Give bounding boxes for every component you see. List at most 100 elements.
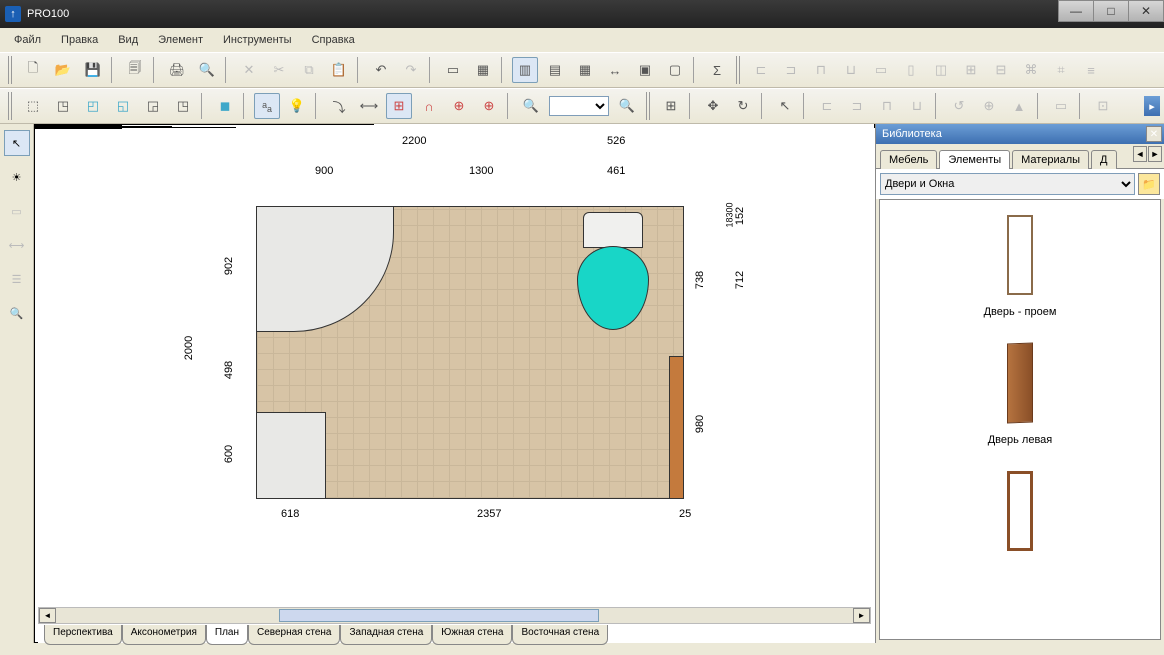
menu-file[interactable]: Файл — [4, 31, 51, 49]
bulb-icon[interactable]: 💡 — [284, 93, 310, 119]
f2-icon[interactable]: ⊡ — [1090, 93, 1116, 119]
library-path-combo[interactable]: Двери и Окна — [880, 173, 1135, 195]
list-item[interactable] — [990, 466, 1050, 562]
undo-icon[interactable]: ↶ — [368, 57, 394, 83]
align3-icon[interactable]: ⊓ — [808, 57, 834, 83]
pointer-icon[interactable]: ↖ — [4, 130, 30, 156]
text-icon[interactable]: ᵃₐ — [254, 93, 280, 119]
menu-edit[interactable]: Правка — [51, 31, 108, 49]
library-close-icon[interactable]: ✕ — [1146, 126, 1162, 142]
scroll-left-icon[interactable]: ◄ — [39, 608, 56, 623]
grid-icon[interactable]: ⊞ — [386, 93, 412, 119]
cube3-icon[interactable]: ◰ — [80, 93, 106, 119]
cube1-icon[interactable]: ⬚ — [20, 93, 46, 119]
d4-icon[interactable]: ⊔ — [904, 93, 930, 119]
view5-icon[interactable]: ▣ — [632, 57, 658, 83]
tab-perspective[interactable]: Перспектива — [44, 625, 122, 645]
menu-element[interactable]: Элемент — [148, 31, 213, 49]
tab-north[interactable]: Северная стена — [248, 625, 341, 645]
align7-icon[interactable]: ◫ — [928, 57, 954, 83]
align12-icon[interactable]: ≡ — [1078, 57, 1104, 83]
snap1-icon[interactable]: ∩ — [416, 93, 442, 119]
align4-icon[interactable]: ⊔ — [838, 57, 864, 83]
view4-icon[interactable]: ↔ — [602, 57, 628, 83]
preview-icon[interactable]: 🔍 — [194, 57, 220, 83]
r3-icon[interactable]: ▲ — [1006, 93, 1032, 119]
align8-icon[interactable]: ⊞ — [958, 57, 984, 83]
view1-icon[interactable]: ▥ — [512, 57, 538, 83]
scroll-right-icon[interactable]: ► — [853, 608, 870, 623]
open-icon[interactable]: 📂 — [50, 57, 76, 83]
list-item[interactable]: Дверь - проем — [984, 210, 1057, 318]
d3-icon[interactable]: ⊓ — [874, 93, 900, 119]
cabinet-shape[interactable] — [256, 412, 326, 499]
tab-south[interactable]: Южная стена — [432, 625, 512, 645]
align10-icon[interactable]: ⌘ — [1018, 57, 1044, 83]
save-icon[interactable]: 💾 — [80, 57, 106, 83]
lt4-icon[interactable]: 🔍 — [4, 300, 30, 326]
dim-icon[interactable]: ⟷ — [356, 93, 382, 119]
tool-b-icon[interactable]: ▦ — [470, 57, 496, 83]
snap2-icon[interactable]: ⊕ — [446, 93, 472, 119]
d2-icon[interactable]: ⊐ — [844, 93, 870, 119]
cube5-icon[interactable]: ◲ — [140, 93, 166, 119]
fill-icon[interactable]: ◼ — [212, 93, 238, 119]
canvas[interactable]: 2200 526 900 1300 461 2000 902 498 600 1… — [34, 124, 875, 643]
redo-icon[interactable]: ↷ — [398, 57, 424, 83]
toilet-shape[interactable] — [577, 212, 649, 330]
align11-icon[interactable]: ⌗ — [1048, 57, 1074, 83]
view3-icon[interactable]: ▦ — [572, 57, 598, 83]
folder-up-icon[interactable]: 📁 — [1138, 173, 1160, 195]
menu-help[interactable]: Справка — [302, 31, 365, 49]
align9-icon[interactable]: ⊟ — [988, 57, 1014, 83]
copy-icon[interactable]: ⧉ — [296, 57, 322, 83]
print-setup-icon[interactable]: 🗐 — [122, 57, 148, 83]
view6-icon[interactable]: ▢ — [662, 57, 688, 83]
pick-icon[interactable]: ⤵ — [326, 93, 352, 119]
align2-icon[interactable]: ⊐ — [778, 57, 804, 83]
r1-icon[interactable]: ↺ — [946, 93, 972, 119]
cube2-icon[interactable]: ◳ — [50, 93, 76, 119]
lt3-icon[interactable]: ☰ — [4, 266, 30, 292]
light-icon[interactable]: ☀ — [4, 164, 30, 190]
cube6-icon[interactable]: ◳ — [170, 93, 196, 119]
f1-icon[interactable]: ▭ — [1048, 93, 1074, 119]
lib-toggle-icon[interactable]: ▸ — [1144, 96, 1160, 116]
close-button[interactable]: ✕ — [1128, 0, 1164, 22]
tab-materials[interactable]: Материалы — [1012, 150, 1089, 169]
zoomin-icon[interactable]: 🔍 — [614, 93, 640, 119]
tab-plan[interactable]: План — [206, 625, 248, 645]
new-icon[interactable]: 🗋 — [20, 57, 46, 83]
d1-icon[interactable]: ⊏ — [814, 93, 840, 119]
view2-icon[interactable]: ▤ — [542, 57, 568, 83]
lt2-icon[interactable]: ⟷ — [4, 232, 30, 258]
horizontal-scrollbar[interactable]: ◄ ► — [38, 607, 871, 624]
tab-elements[interactable]: Элементы — [939, 150, 1010, 169]
zoom-icon[interactable]: 🔍 — [518, 93, 544, 119]
tab-more[interactable]: Д — [1091, 150, 1116, 169]
lt1-icon[interactable]: ▭ — [4, 198, 30, 224]
snap3-icon[interactable]: ⊕ — [476, 93, 502, 119]
tab-west[interactable]: Западная стена — [340, 625, 432, 645]
zoom-combo[interactable] — [549, 96, 609, 116]
align6-icon[interactable]: ▯ — [898, 57, 924, 83]
tool-a-icon[interactable]: ▭ — [440, 57, 466, 83]
menu-tools[interactable]: Инструменты — [213, 31, 302, 49]
align5-icon[interactable]: ▭ — [868, 57, 894, 83]
tabs-prev-icon[interactable]: ◄ — [1133, 146, 1147, 162]
list-item[interactable]: Дверь левая — [988, 338, 1053, 446]
tabs-next-icon[interactable]: ► — [1148, 146, 1162, 162]
maximize-button[interactable]: □ — [1093, 0, 1129, 22]
minimize-button[interactable]: — — [1058, 0, 1094, 22]
tab-east[interactable]: Восточная стена — [512, 625, 608, 645]
cut-icon[interactable]: ✂ — [266, 57, 292, 83]
grid2-icon[interactable]: ⊞ — [658, 93, 684, 119]
cube4-icon[interactable]: ◱ — [110, 93, 136, 119]
tab-axonometry[interactable]: Аксонометрия — [122, 625, 206, 645]
align1-icon[interactable]: ⊏ — [748, 57, 774, 83]
sum-icon[interactable]: Σ — [704, 57, 730, 83]
cursor-icon[interactable]: ↖ — [772, 93, 798, 119]
move-icon[interactable]: ✥ — [700, 93, 726, 119]
delete-icon[interactable]: ✕ — [236, 57, 262, 83]
menu-view[interactable]: Вид — [108, 31, 148, 49]
